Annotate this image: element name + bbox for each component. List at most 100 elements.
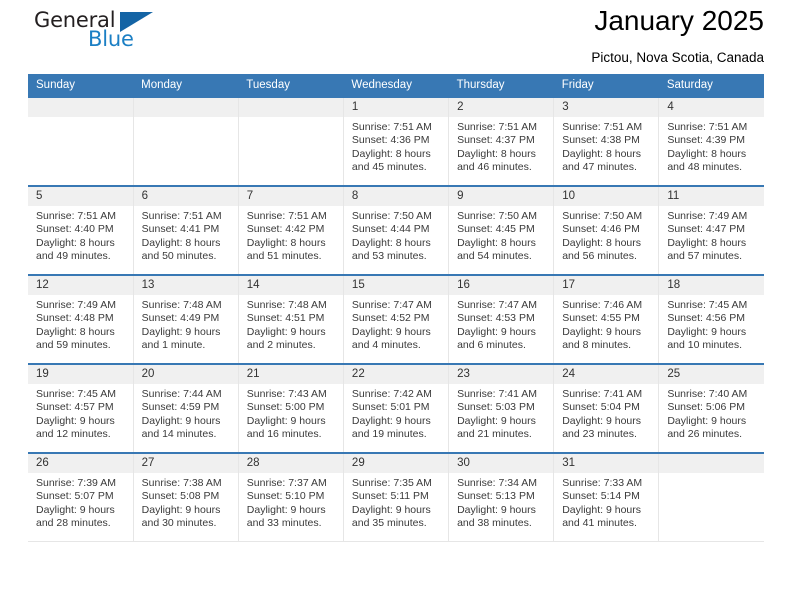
calendar-day-cell[interactable]: 11 Sunrise: 7:49 AM Sunset: 4:47 PM Dayligh… bbox=[658, 185, 764, 275]
weekday-header-thursday: Thursday bbox=[448, 74, 554, 97]
sunrise-text: Sunrise: 7:47 AM bbox=[457, 299, 538, 311]
daylight-text-line1: Daylight: 8 hours bbox=[562, 147, 641, 160]
calendar-day-cell[interactable]: 24 Sunrise: 7:41 AM Sunset: 5:04 PM Dayligh… bbox=[553, 363, 660, 453]
sunrise-text: Sunrise: 7:47 AM bbox=[351, 299, 432, 311]
sunset-text: Sunset: 5:07 PM bbox=[36, 490, 114, 503]
day-number: 27 bbox=[133, 454, 238, 473]
daylight-text-line2: and 14 minutes. bbox=[141, 428, 217, 441]
sunset-text: Sunset: 5:10 PM bbox=[246, 490, 325, 503]
sunrise-text: Sunrise: 7:51 AM bbox=[351, 121, 432, 133]
daylight-text-line1: Daylight: 8 hours bbox=[562, 236, 641, 249]
day-details: Sunrise: 7:50 AM Sunset: 4:46 PM Daylight:… bbox=[554, 206, 658, 264]
daylight-text-line2: and 59 minutes. bbox=[36, 339, 111, 352]
day-details: Sunrise: 7:51 AM Sunset: 4:37 PM Daylight:… bbox=[449, 117, 553, 175]
daylight-text-line1: Daylight: 8 hours bbox=[667, 147, 747, 160]
calendar-day-cell[interactable]: 7 Sunrise: 7:51 AM Sunset: 4:42 PM Daylight… bbox=[238, 185, 344, 275]
sunset-text: Sunset: 5:08 PM bbox=[141, 490, 220, 503]
daylight-text-line1: Daylight: 9 hours bbox=[246, 503, 326, 516]
sunset-text: Sunset: 4:45 PM bbox=[457, 223, 535, 236]
calendar-day-cell[interactable]: 9 Sunrise: 7:50 AM Sunset: 4:45 PM Daylight… bbox=[448, 185, 555, 275]
daylight-text-line1: Daylight: 9 hours bbox=[351, 325, 431, 338]
daylight-text-line2: and 26 minutes. bbox=[667, 428, 743, 441]
daylight-text-line2: and 10 minutes. bbox=[667, 339, 743, 352]
calendar-day-cell[interactable]: 4 Sunrise: 7:51 AM Sunset: 4:39 PM Daylight… bbox=[658, 96, 764, 186]
calendar-day-cell[interactable]: 8 Sunrise: 7:50 AM Sunset: 4:44 PM Daylight… bbox=[343, 185, 450, 275]
sunrise-text: Sunrise: 7:43 AM bbox=[246, 388, 327, 400]
daylight-text-line2: and 51 minutes. bbox=[246, 250, 322, 263]
calendar-day-cell[interactable]: 3 Sunrise: 7:51 AM Sunset: 4:38 PM Daylight… bbox=[553, 96, 660, 186]
day-details: Sunrise: 7:34 AM Sunset: 5:13 PM Daylight:… bbox=[449, 473, 553, 531]
sunrise-text: Sunrise: 7:51 AM bbox=[457, 121, 538, 133]
calendar-day-cell[interactable]: 12 Sunrise: 7:49 AM Sunset: 4:48 PM Dayligh… bbox=[28, 274, 134, 364]
general-blue-logo[interactable]: General Blue bbox=[28, 8, 158, 60]
day-details: Sunrise: 7:40 AM Sunset: 5:06 PM Daylight:… bbox=[659, 384, 764, 442]
sunrise-text: Sunrise: 7:38 AM bbox=[141, 477, 222, 489]
weekday-header-monday: Monday bbox=[133, 74, 239, 97]
weekday-header-saturday: Saturday bbox=[658, 74, 764, 97]
calendar-day-cell[interactable]: 23 Sunrise: 7:41 AM Sunset: 5:03 PM Dayligh… bbox=[448, 363, 555, 453]
day-number: 23 bbox=[449, 365, 554, 384]
calendar-day-cell[interactable]: 16 Sunrise: 7:47 AM Sunset: 4:53 PM Dayligh… bbox=[448, 274, 555, 364]
day-number: 16 bbox=[449, 276, 554, 295]
calendar-day-cell[interactable]: 18 Sunrise: 7:45 AM Sunset: 4:56 PM Dayligh… bbox=[658, 274, 764, 364]
day-number: 28 bbox=[238, 454, 343, 473]
daylight-text-line1: Daylight: 8 hours bbox=[36, 236, 115, 249]
calendar-day-cell[interactable]: 26 Sunrise: 7:39 AM Sunset: 5:07 PM Dayligh… bbox=[28, 452, 134, 542]
calendar-day-cell[interactable]: 31 Sunrise: 7:33 AM Sunset: 5:14 PM Dayligh… bbox=[553, 452, 660, 542]
daylight-text-line1: Daylight: 9 hours bbox=[667, 325, 747, 338]
calendar-week-row: 12 Sunrise: 7:49 AM Sunset: 4:48 PM Dayligh… bbox=[28, 274, 764, 364]
day-number: 21 bbox=[238, 365, 343, 384]
calendar-day-cell[interactable]: 19 Sunrise: 7:45 AM Sunset: 4:57 PM Dayligh… bbox=[28, 363, 134, 453]
sunrise-text: Sunrise: 7:45 AM bbox=[36, 388, 116, 400]
daylight-text-line1: Daylight: 9 hours bbox=[351, 414, 431, 427]
daylight-text-line2: and 21 minutes. bbox=[457, 428, 532, 441]
sunrise-text: Sunrise: 7:40 AM bbox=[667, 388, 748, 400]
day-details: Sunrise: 7:47 AM Sunset: 4:52 PM Daylight:… bbox=[344, 295, 448, 353]
calendar-day-cell[interactable]: 13 Sunrise: 7:48 AM Sunset: 4:49 PM Dayligh… bbox=[133, 274, 239, 364]
sunset-text: Sunset: 4:52 PM bbox=[351, 312, 430, 325]
calendar-day-cell[interactable]: 1 Sunrise: 7:51 AM Sunset: 4:36 PM Daylight… bbox=[343, 96, 450, 186]
sunrise-text: Sunrise: 7:35 AM bbox=[351, 477, 432, 489]
calendar-day-cell[interactable]: 22 Sunrise: 7:42 AM Sunset: 5:01 PM Dayligh… bbox=[343, 363, 450, 453]
calendar-week-row: 19 Sunrise: 7:45 AM Sunset: 4:57 PM Dayligh… bbox=[28, 363, 764, 453]
calendar-day-cell[interactable]: 21 Sunrise: 7:43 AM Sunset: 5:00 PM Dayligh… bbox=[238, 363, 344, 453]
daylight-text-line1: Daylight: 9 hours bbox=[246, 414, 326, 427]
day-number: 3 bbox=[554, 98, 659, 117]
day-number: 25 bbox=[659, 365, 764, 384]
calendar-day-cell[interactable]: 17 Sunrise: 7:46 AM Sunset: 4:55 PM Dayligh… bbox=[553, 274, 660, 364]
daylight-text-line2: and 46 minutes. bbox=[457, 161, 532, 174]
calendar-day-cell[interactable]: 6 Sunrise: 7:51 AM Sunset: 4:41 PM Daylight… bbox=[133, 185, 239, 275]
calendar-day-cell[interactable]: 10 Sunrise: 7:50 AM Sunset: 4:46 PM Dayligh… bbox=[553, 185, 660, 275]
sunset-text: Sunset: 5:04 PM bbox=[562, 401, 640, 414]
day-details: Sunrise: 7:46 AM Sunset: 4:55 PM Daylight:… bbox=[554, 295, 658, 353]
calendar-day-cell[interactable]: 25 Sunrise: 7:40 AM Sunset: 5:06 PM Dayligh… bbox=[658, 363, 764, 453]
weekday-header-friday: Friday bbox=[553, 74, 659, 97]
calendar-day-cell[interactable]: 29 Sunrise: 7:35 AM Sunset: 5:11 PM Dayligh… bbox=[343, 452, 450, 542]
day-details: Sunrise: 7:33 AM Sunset: 5:14 PM Daylight:… bbox=[554, 473, 658, 531]
daylight-text-line2: and 8 minutes. bbox=[562, 339, 632, 352]
calendar-day-cell[interactable]: 14 Sunrise: 7:48 AM Sunset: 4:51 PM Dayligh… bbox=[238, 274, 344, 364]
daylight-text-line1: Daylight: 8 hours bbox=[141, 236, 221, 249]
calendar-day-cell[interactable]: 15 Sunrise: 7:47 AM Sunset: 4:52 PM Dayligh… bbox=[343, 274, 450, 364]
daylight-text-line2: and 2 minutes. bbox=[246, 339, 316, 352]
daylight-text-line2: and 1 minute. bbox=[141, 339, 206, 352]
sunset-text: Sunset: 4:38 PM bbox=[562, 134, 640, 147]
daylight-text-line1: Daylight: 9 hours bbox=[141, 414, 221, 427]
daylight-text-line1: Daylight: 8 hours bbox=[246, 236, 326, 249]
day-number: 20 bbox=[133, 365, 238, 384]
sunrise-text: Sunrise: 7:42 AM bbox=[351, 388, 432, 400]
day-number bbox=[238, 98, 343, 117]
day-details: Sunrise: 7:48 AM Sunset: 4:51 PM Daylight:… bbox=[239, 295, 343, 353]
calendar-day-cell[interactable]: 20 Sunrise: 7:44 AM Sunset: 4:59 PM Dayligh… bbox=[133, 363, 239, 453]
day-number: 22 bbox=[343, 365, 449, 384]
sunrise-text: Sunrise: 7:45 AM bbox=[667, 299, 748, 311]
day-details: Sunrise: 7:47 AM Sunset: 4:53 PM Daylight:… bbox=[449, 295, 553, 353]
day-details: Sunrise: 7:38 AM Sunset: 5:08 PM Daylight:… bbox=[134, 473, 238, 531]
calendar-day-cell[interactable]: 28 Sunrise: 7:37 AM Sunset: 5:10 PM Dayligh… bbox=[238, 452, 344, 542]
calendar-day-cell[interactable]: 2 Sunrise: 7:51 AM Sunset: 4:37 PM Daylight… bbox=[448, 96, 555, 186]
calendar-day-cell[interactable]: 5 Sunrise: 7:51 AM Sunset: 4:40 PM Daylight… bbox=[28, 185, 134, 275]
daylight-text-line1: Daylight: 9 hours bbox=[457, 503, 536, 516]
calendar-day-cell[interactable]: 30 Sunrise: 7:34 AM Sunset: 5:13 PM Dayligh… bbox=[448, 452, 555, 542]
sunrise-text: Sunrise: 7:50 AM bbox=[457, 210, 538, 222]
calendar-day-cell[interactable]: 27 Sunrise: 7:38 AM Sunset: 5:08 PM Dayligh… bbox=[133, 452, 239, 542]
